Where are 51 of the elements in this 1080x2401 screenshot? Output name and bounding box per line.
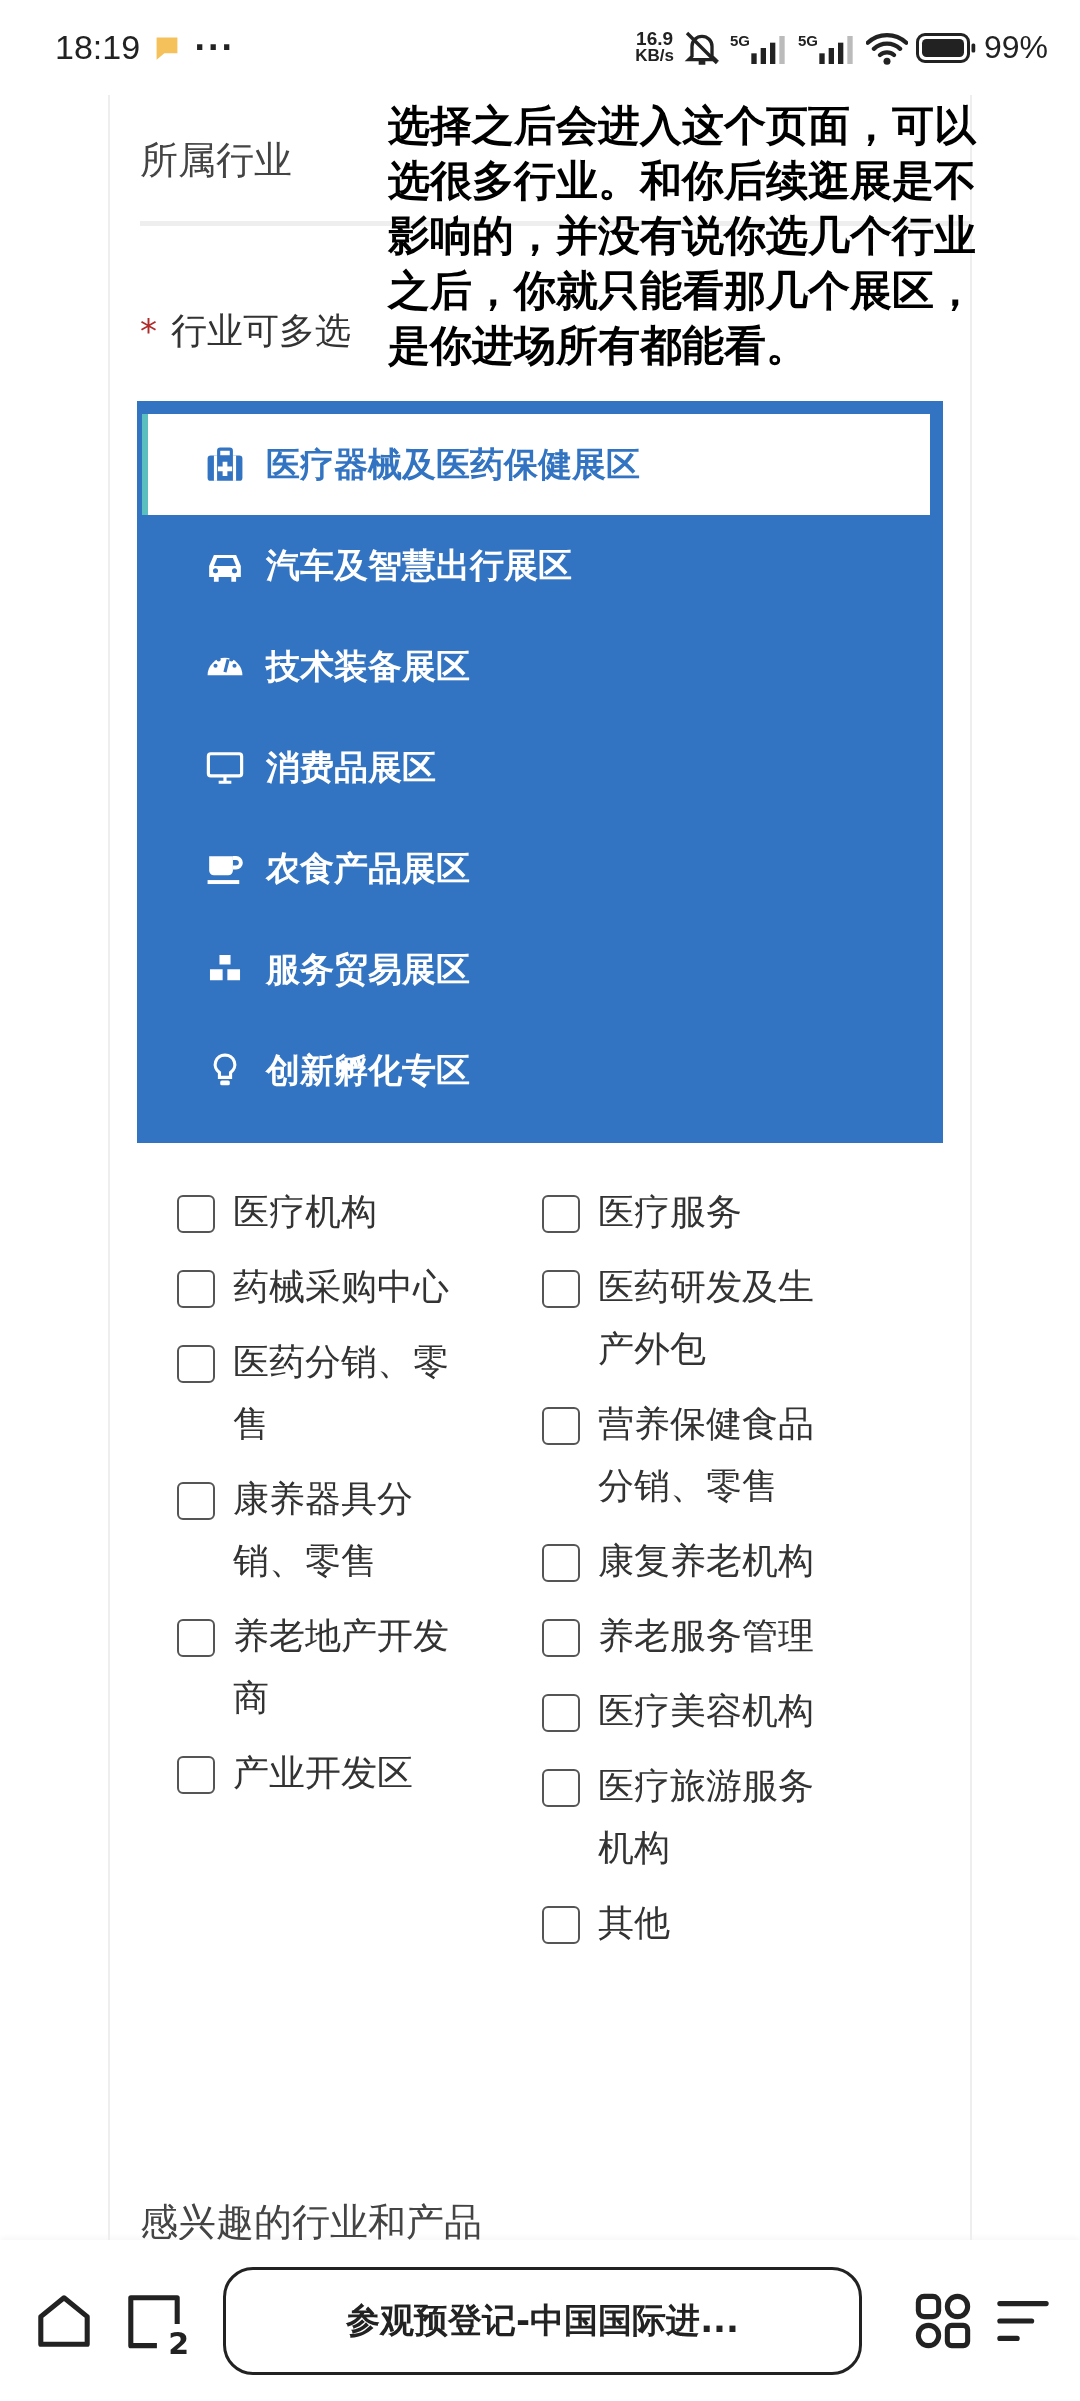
speed-unit: KB/s xyxy=(635,48,674,65)
checkbox[interactable] xyxy=(542,1407,580,1445)
option-label: 医药分销、零售 xyxy=(233,1340,450,1446)
checkbox[interactable] xyxy=(542,1619,580,1657)
field-label: 行业可多选 xyxy=(171,308,351,353)
zone-tab[interactable]: 技术装备展区 xyxy=(142,616,930,717)
section-title: 所属行业 xyxy=(139,137,293,184)
option-label: 医疗美容机构 xyxy=(598,1689,815,1733)
network-type: 5G xyxy=(729,31,750,49)
zone-tab[interactable]: 创新孵化专区 xyxy=(142,1020,930,1121)
zone-tab[interactable]: 汽车及智慧出行展区 xyxy=(142,515,930,616)
option-label: 营养保健食品分销、零售 xyxy=(598,1402,815,1508)
option-label: 其他 xyxy=(598,1901,671,1945)
status-time: 18:19 xyxy=(55,28,141,67)
medkit-icon xyxy=(206,445,244,484)
zone-tab[interactable]: 消费品展区 xyxy=(142,717,930,818)
option-label: 产业开发区 xyxy=(233,1751,414,1795)
checkbox[interactable] xyxy=(542,1270,580,1308)
more-indicator: ··· xyxy=(194,30,235,65)
option-label: 药械采购中心 xyxy=(233,1265,450,1309)
network-speed: 16.9 xyxy=(636,30,674,49)
checkbox[interactable] xyxy=(177,1195,215,1233)
option-label: 养老服务管理 xyxy=(598,1614,815,1658)
option-label: 医疗机构 xyxy=(233,1190,378,1234)
zone-tab[interactable]: 服务贸易展区 xyxy=(142,919,930,1020)
checkbox[interactable] xyxy=(542,1769,580,1807)
option-label: 医疗旅游服务机构 xyxy=(598,1764,815,1870)
option-label: 医药研发及生产外包 xyxy=(598,1265,815,1371)
zone-tab[interactable]: 农食产品展区 xyxy=(142,818,930,919)
checkbox[interactable] xyxy=(177,1619,215,1657)
checkbox[interactable] xyxy=(177,1756,215,1794)
zone-tab[interactable]: 医疗器械及医药保健展区 xyxy=(142,414,930,515)
option-label: 医疗服务 xyxy=(598,1190,743,1234)
checkbox[interactable] xyxy=(542,1195,580,1233)
grid-icon xyxy=(914,2291,972,2350)
option-label: 养老地产开发商 xyxy=(233,1614,450,1720)
option-label: 康养器具分销、零售 xyxy=(233,1477,414,1583)
checkbox[interactable] xyxy=(177,1345,215,1383)
checkbox[interactable] xyxy=(542,1906,580,1944)
option-label: 康复养老机构 xyxy=(598,1539,815,1583)
annotation-text: 选择之后会进入这个页面，可以选很多行业。和你后续逛展是不影响的，并没有说你选几个行业之后，你就只能看那几个展区，是你进场所有都能看。 xyxy=(388,100,978,372)
battery-level: 99% xyxy=(983,29,1048,66)
required-mark: * xyxy=(140,311,157,351)
checkbox[interactable] xyxy=(542,1544,580,1582)
gauge-icon xyxy=(206,657,244,676)
checkbox[interactable] xyxy=(177,1270,215,1308)
address-bar[interactable]: 参观预登记-中国国际进... xyxy=(223,2266,862,2375)
checkbox[interactable] xyxy=(177,1482,215,1520)
network-type: 5G xyxy=(797,31,818,49)
checkbox[interactable] xyxy=(542,1694,580,1732)
battery-icon xyxy=(915,32,976,63)
